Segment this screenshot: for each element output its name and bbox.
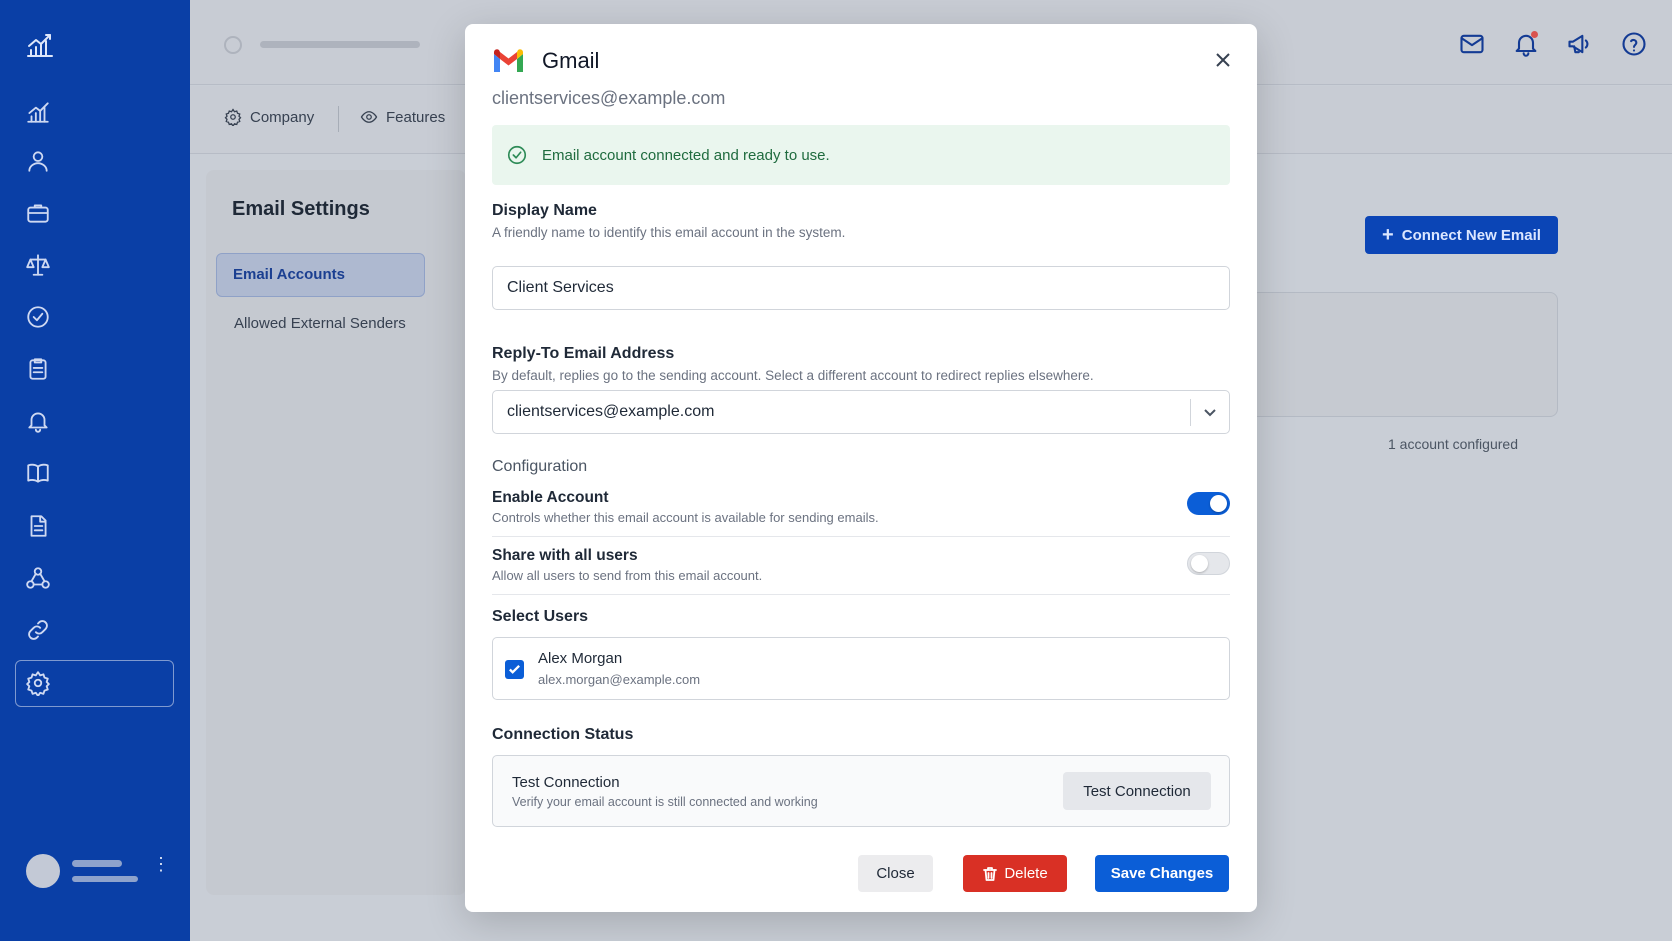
reply-to-value: clientservices@example.com [507,403,715,420]
enable-account-desc: Controls whether this email account is a… [492,510,879,525]
dashboard-icon[interactable] [24,98,52,126]
row-divider [492,536,1230,537]
notification-bell-icon[interactable] [1510,28,1542,60]
account-count: 1 account configured [1388,436,1518,452]
edit-email-account-modal: Gmail clientservices@example.com Email a… [465,24,1257,912]
settings-panel-title: Email Settings [232,198,370,220]
check-circle-icon [507,145,527,165]
mail-icon[interactable] [1456,28,1488,60]
tab-company[interactable]: Company [224,108,314,126]
close-icon[interactable] [1213,50,1233,70]
share-all-title: Share with all users [492,547,638,564]
configuration-title: Configuration [492,458,588,475]
clipboard-icon[interactable] [24,355,52,383]
toggle-knob [1210,495,1227,512]
top-bar-actions [1456,28,1650,60]
tab-divider [338,106,339,132]
display-name-input[interactable]: Client Services [492,266,1230,310]
bell-icon[interactable] [24,407,52,435]
connection-status-box: Test Connection Verify your email accoun… [492,755,1230,827]
success-alert: Email account connected and ready to use… [492,125,1230,185]
alert-text: Email account connected and ready to use… [542,146,830,164]
user-name: Alex Morgan [538,650,623,667]
connection-status-label: Connection Status [492,726,634,743]
user-checkbox[interactable] [505,660,524,679]
select-divider [1190,399,1191,426]
trash-icon [983,866,998,881]
megaphone-icon[interactable] [1564,28,1596,60]
workspace-placeholder-icon [224,36,242,54]
workspace-placeholder-bar [260,41,420,48]
test-connection-desc: Verify your email account is still conne… [512,795,818,809]
nav-item-email-accounts[interactable]: Email Accounts [216,253,425,297]
notification-dot [1531,31,1538,38]
app-logo-icon[interactable] [24,30,56,62]
user-icon[interactable] [24,147,52,175]
briefcase-icon[interactable] [24,199,52,227]
chevron-down-icon[interactable] [1202,404,1218,420]
check-circle-icon[interactable] [24,303,52,331]
nav-item-allowed-external-senders[interactable]: Allowed External Senders [234,315,406,332]
sidebar: ⋮ [0,0,190,941]
toggle-knob [1191,555,1208,572]
gear-icon [224,108,242,126]
share-all-toggle[interactable] [1187,552,1230,575]
avatar[interactable] [26,854,60,888]
plus-icon: + [1382,224,1394,246]
row-divider [492,594,1230,595]
delete-button[interactable]: Delete [963,855,1067,892]
save-changes-button[interactable]: Save Changes [1095,855,1229,892]
account-email: clientservices@example.com [492,88,726,108]
connect-new-email-label: Connect New Email [1401,226,1541,244]
select-users-label: Select Users [492,608,589,625]
help-icon[interactable] [1618,28,1650,60]
delete-label: Delete [1004,865,1048,882]
display-name-value: Client Services [507,279,614,296]
gmail-logo-icon [492,48,525,74]
connect-new-email-button[interactable]: + Connect New Email [1365,216,1558,254]
document-icon[interactable] [24,512,52,540]
display-name-help: A friendly name to identify this email a… [492,225,846,240]
close-button[interactable]: Close [858,855,933,892]
enable-account-toggle[interactable] [1187,492,1230,515]
tab-features[interactable]: Features [360,108,445,126]
test-connection-title: Test Connection [512,774,620,791]
user-role-placeholder [72,876,138,882]
tab-company-label: Company [250,108,315,126]
eye-icon [360,111,378,123]
reply-to-select[interactable]: clientservices@example.com [492,390,1230,434]
workflow-icon[interactable] [24,564,52,592]
checkmark-icon [509,664,520,674]
settings-gear-icon[interactable] [24,669,52,697]
share-all-desc: Allow all users to send from this email … [492,568,763,583]
enable-account-title: Enable Account [492,489,609,506]
user-name-placeholder [72,860,122,867]
test-connection-button[interactable]: Test Connection [1063,772,1211,810]
display-name-label: Display Name [492,202,597,219]
scale-icon[interactable] [24,251,52,279]
link-icon[interactable] [24,616,52,644]
email-accounts-card [1250,292,1558,417]
user-email: alex.morgan@example.com [538,672,701,687]
book-icon[interactable] [24,459,52,487]
settings-nav-panel: Email Settings Email Accounts Allowed Ex… [206,170,466,895]
reply-to-help: By default, replies go to the sending ac… [492,368,1094,383]
tab-features-label: Features [386,108,446,126]
users-list: Alex Morgan alex.morgan@example.com [492,637,1230,700]
reply-to-label: Reply-To Email Address [492,345,675,362]
more-options-icon[interactable]: ⋮ [152,855,170,873]
modal-title: Gmail [542,48,600,73]
